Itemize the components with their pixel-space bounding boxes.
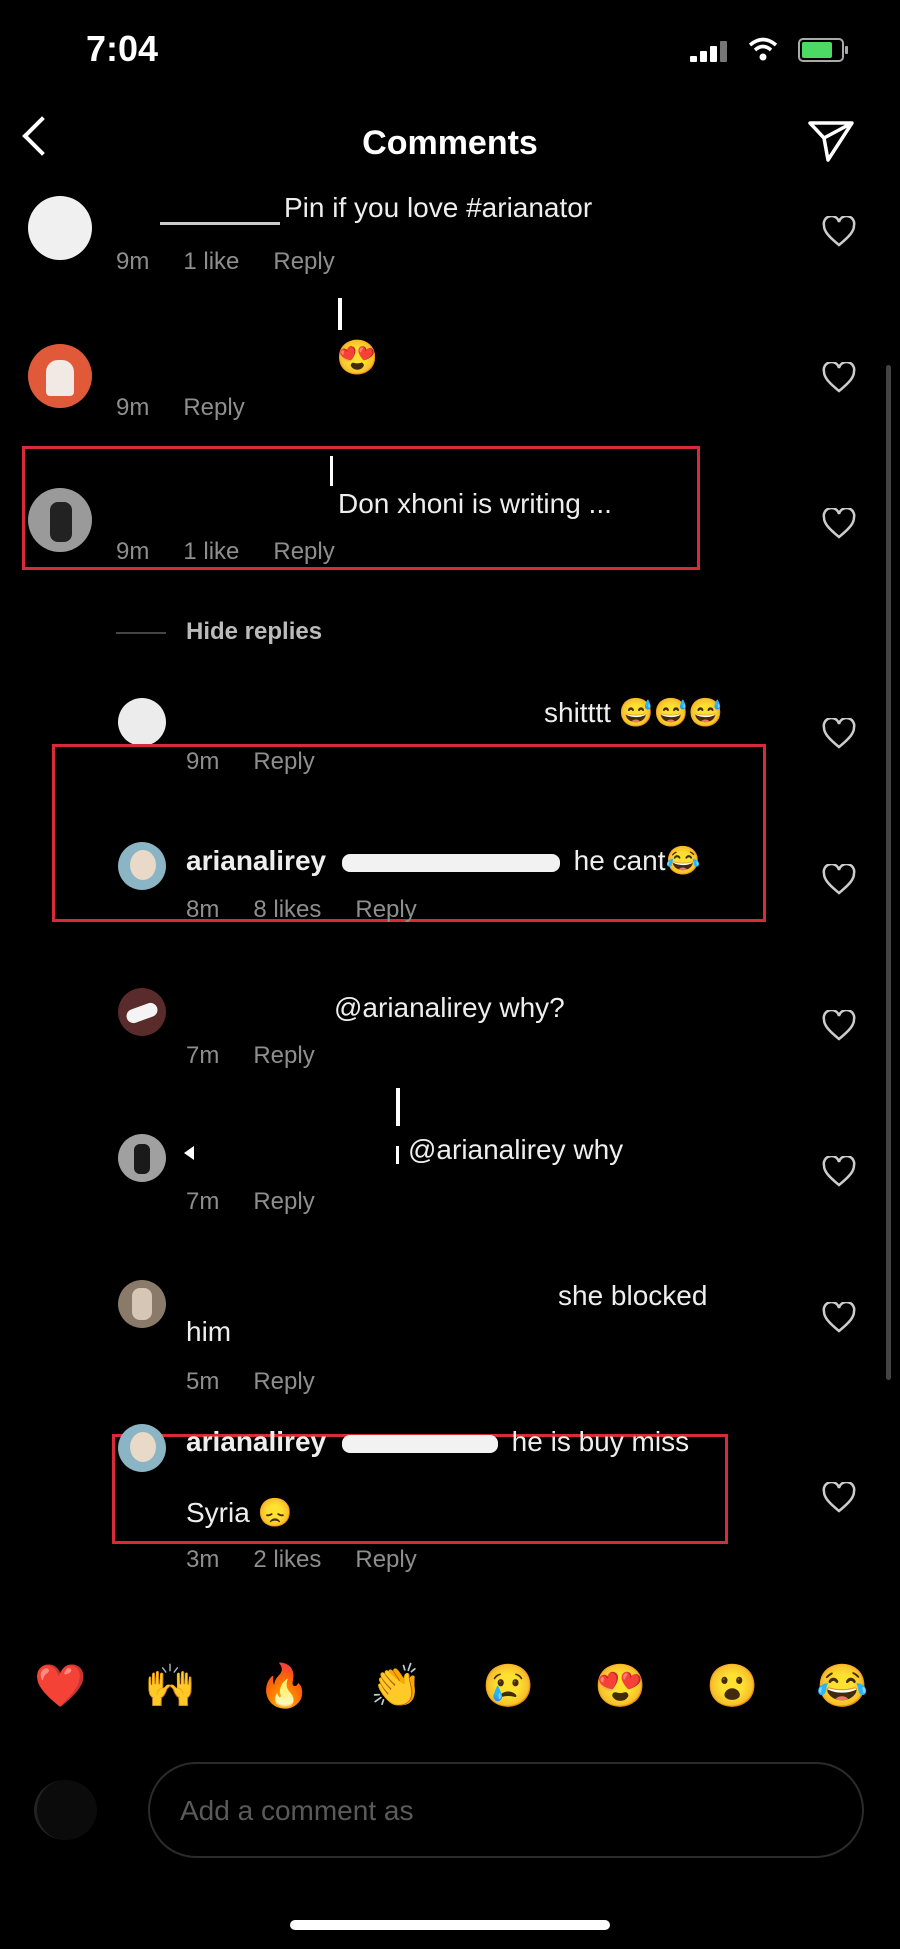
like-heart-icon[interactable] <box>822 1482 856 1514</box>
reply-button[interactable]: Reply <box>355 1546 416 1573</box>
like-heart-icon[interactable] <box>822 362 856 394</box>
comment-text: Don xhoni is writing ... <box>338 488 612 519</box>
reply-text-line2: him <box>186 1316 232 1347</box>
redacted-mention <box>341 1434 498 1453</box>
reply-meta: 7m Reply <box>186 1188 349 1216</box>
like-heart-icon[interactable] <box>822 864 856 896</box>
wifi-icon <box>748 37 778 61</box>
reply-text: shitttt 😅😅😅 <box>544 697 724 728</box>
comment-input[interactable] <box>178 1788 822 1834</box>
hide-replies-button[interactable]: Hide replies <box>186 618 322 646</box>
comment-text: Pin if you love #arianator <box>284 192 593 223</box>
emoji-tears-of-joy[interactable]: 😂 <box>816 1662 868 1711</box>
redacted-username-mark <box>184 1146 194 1160</box>
reply-button[interactable]: Reply <box>273 538 334 565</box>
like-heart-icon[interactable] <box>822 718 856 750</box>
reply-button[interactable]: Reply <box>183 394 244 421</box>
emoji-surprised-face[interactable]: 😮 <box>706 1662 758 1711</box>
reply-meta: 8m 8 likes Reply <box>186 896 451 924</box>
home-indicator[interactable] <box>290 1920 610 1930</box>
avatar[interactable] <box>118 988 166 1036</box>
like-count[interactable]: 1 like <box>183 538 239 565</box>
reply-button[interactable]: Reply <box>253 1042 314 1069</box>
emoji-fire[interactable]: 🔥 <box>258 1662 310 1711</box>
avatar[interactable] <box>28 344 92 408</box>
reply-meta: 5m Reply <box>186 1368 349 1396</box>
status-time: 7:04 <box>86 28 159 69</box>
reply-body: he is buy miss <box>511 1426 690 1457</box>
avatar[interactable] <box>118 1280 166 1328</box>
redacted-mention <box>341 853 560 872</box>
comment-meta: 9m Reply <box>116 394 279 422</box>
comment-input-container[interactable] <box>148 1762 864 1858</box>
reply-time: 3m <box>186 1546 220 1573</box>
reply-meta: 3m 2 likes Reply <box>186 1546 451 1574</box>
username[interactable]: arianalirey <box>186 1426 326 1457</box>
scrollbar[interactable] <box>886 365 891 1380</box>
username[interactable]: arianalirey <box>186 845 326 876</box>
battery-icon <box>798 38 848 62</box>
reply-button[interactable]: Reply <box>273 248 334 275</box>
reply-button[interactable]: Reply <box>253 1368 314 1395</box>
current-user-avatar <box>34 1780 97 1840</box>
like-count[interactable]: 1 like <box>183 248 239 275</box>
reply-text: arianalirey he is buy miss <box>186 1426 689 1458</box>
emoji-heart-eyes[interactable]: 😍 <box>594 1662 646 1711</box>
cellular-signal-icon <box>690 40 730 62</box>
comment-time: 9m <box>116 538 150 565</box>
text-cursor <box>338 298 342 330</box>
avatar[interactable] <box>28 196 92 260</box>
avatar[interactable] <box>118 1134 166 1182</box>
reply-time: 5m <box>186 1368 220 1395</box>
avatar[interactable] <box>118 842 166 890</box>
reply-time: 7m <box>186 1042 220 1069</box>
reply-text: @arianalirey why <box>408 1134 624 1165</box>
reply-time: 7m <box>186 1188 220 1215</box>
emoji-red-heart[interactable]: ❤️ <box>34 1662 86 1711</box>
comment-time: 9m <box>116 394 150 421</box>
like-count[interactable]: 8 likes <box>253 896 321 923</box>
emoji-clapping-hands[interactable]: 👏 <box>370 1662 422 1711</box>
text-cursor <box>396 1146 399 1164</box>
reply-text: arianalirey he cant😂 <box>186 844 700 877</box>
reply-button[interactable]: Reply <box>355 896 416 923</box>
reply-text: @arianalirey why? <box>334 992 565 1023</box>
reply-text: she blocked <box>558 1280 708 1311</box>
like-heart-icon[interactable] <box>822 1302 856 1334</box>
comment-meta: 9m 1 like Reply <box>116 538 369 566</box>
like-heart-icon[interactable] <box>822 1156 856 1188</box>
avatar[interactable] <box>118 698 166 746</box>
text-cursor <box>330 456 333 486</box>
avatar[interactable] <box>28 488 92 552</box>
page-title: Comments <box>362 124 538 162</box>
like-heart-icon[interactable] <box>822 1010 856 1042</box>
reply-body: he cant😂 <box>573 845 701 876</box>
redacted-username <box>160 222 280 225</box>
comment-time: 9m <box>116 248 150 275</box>
reply-time: 8m <box>186 896 220 923</box>
like-count[interactable]: 2 likes <box>253 1546 321 1573</box>
avatar[interactable] <box>118 1424 166 1472</box>
emoji-crying-face[interactable]: 😢 <box>482 1662 534 1711</box>
comment-text: 😍 <box>336 339 379 377</box>
reply-button[interactable]: Reply <box>253 1188 314 1215</box>
hide-replies-line <box>116 632 166 634</box>
emoji-raising-hands[interactable]: 🙌 <box>144 1662 196 1711</box>
text-cursor <box>396 1088 400 1126</box>
comment-meta: 9m 1 like Reply <box>116 248 369 276</box>
reply-text-line2: Syria 😞 <box>186 1497 293 1528</box>
like-heart-icon[interactable] <box>822 216 856 248</box>
direct-share-icon[interactable] <box>806 118 856 164</box>
emoji-reaction-bar: ❤️ 🙌 🔥 👏 😢 😍 😮 😂 <box>0 1662 900 1732</box>
like-heart-icon[interactable] <box>822 508 856 540</box>
reply-meta: 7m Reply <box>186 1042 349 1070</box>
